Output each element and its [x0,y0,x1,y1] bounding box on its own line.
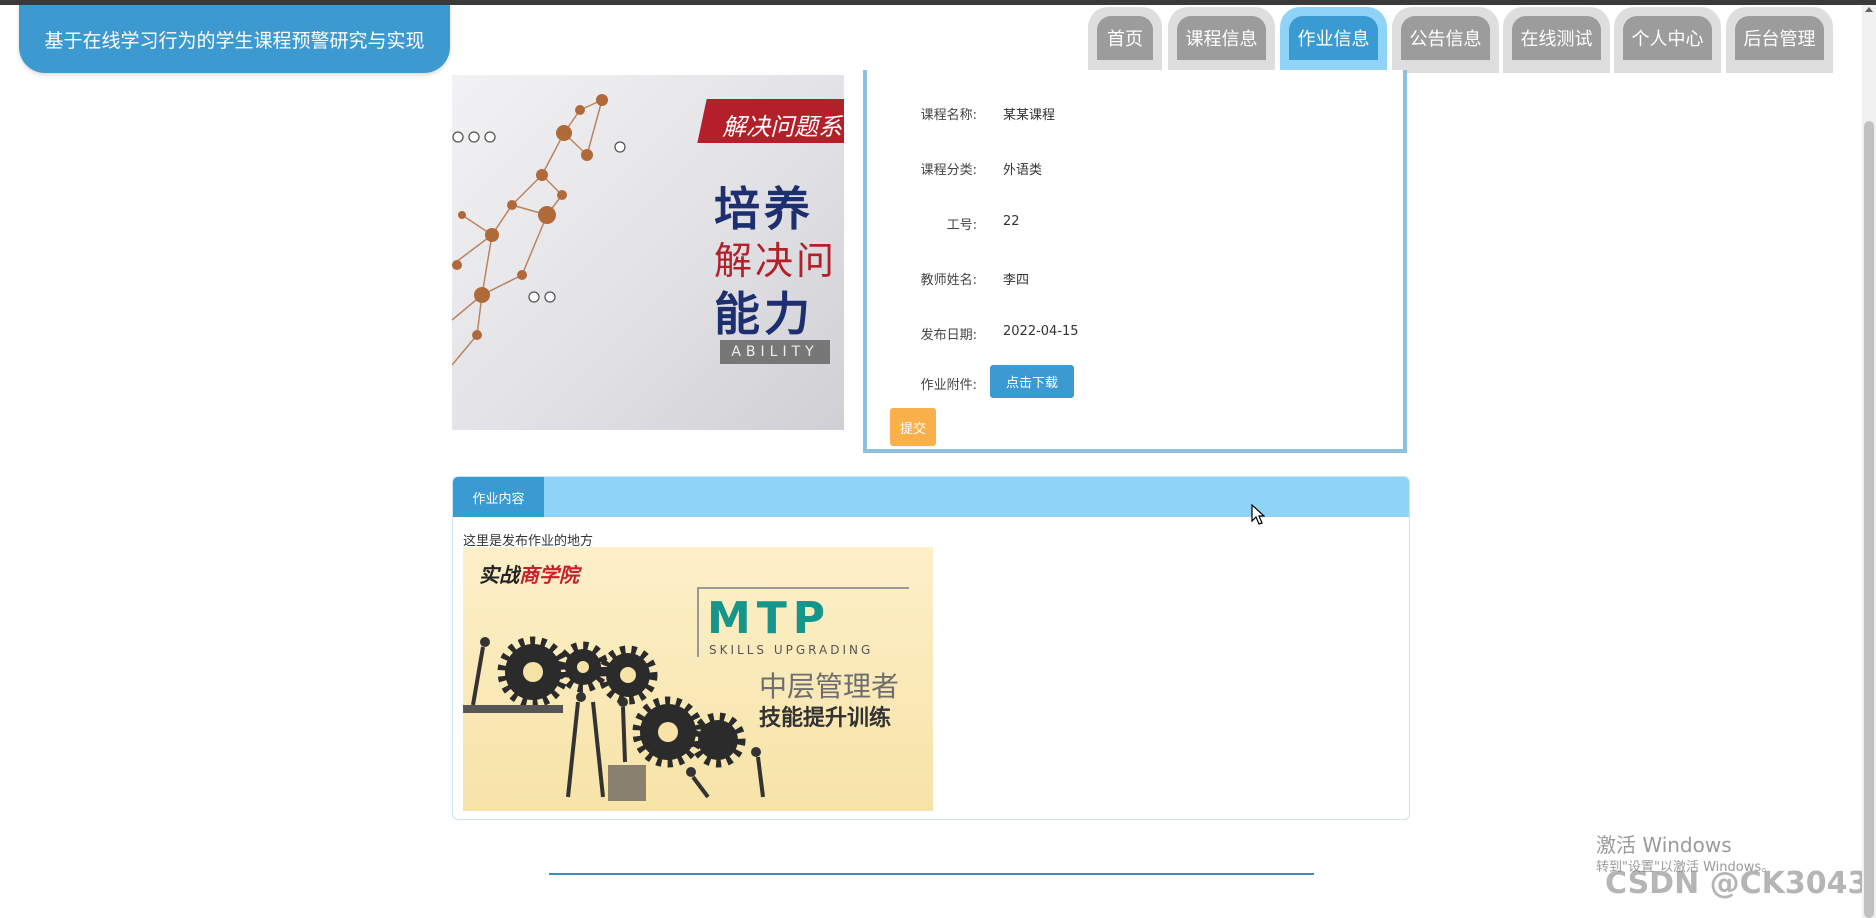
content-image: 实战商学院 MTP SKILLS UPGRADING 中层管理者 技能提升训练 [463,547,933,811]
field-label: 教师姓名: [920,273,977,288]
nav-tab-homework-info[interactable]: 作业信息 [1280,7,1387,73]
banner-band-text: 解决问题系 [722,113,843,141]
nav-tab-label: 在线测试 [1512,16,1601,60]
nav-tab-personal-center[interactable]: 个人中心 [1614,7,1721,73]
field-label: 课程分类: [920,163,977,178]
gears-illustration [463,636,765,801]
nav-tab-home[interactable]: 首页 [1088,7,1162,73]
banner-line-3: 能力 [714,287,814,341]
vertical-scrollbar[interactable] [1862,5,1876,918]
field-course-name: 课程名称: 某某课程 [867,101,1407,125]
banner-band: 解决问题系 [697,99,844,143]
homework-content-box: 作业内容 这里是发布作业的地方 实战商学院 MTP SKILLS UPGRADI… [452,476,1410,820]
csdn-watermark: CSDN @CK3043 [1605,866,1869,901]
nav-tab-label: 课程信息 [1177,16,1266,60]
homework-detail-panel: 课程名称: 某某课程 课程分类: 外语类 工号: 22 教师姓名: 李四 发布日… [863,70,1407,453]
download-button[interactable]: 点击下载 [990,365,1074,398]
field-staff-id: 工号: 22 [867,211,1407,235]
field-teacher-name: 教师姓名: 李四 [867,266,1407,290]
banner-tag: ABILITY [720,340,830,364]
field-attachment: 作业附件: [867,371,1407,395]
field-value: 某某课程 [1003,108,1056,123]
field-label: 课程名称: [920,108,977,123]
submit-button[interactable]: 提交 [890,408,936,446]
nav-tab-label: 后台管理 [1735,16,1824,60]
scrollbar-thumb[interactable] [1864,121,1874,918]
banner-line-2: 解决问 [714,239,838,283]
field-label: 工号: [946,218,977,233]
nav-tab-admin[interactable]: 后台管理 [1726,7,1833,73]
field-label: 作业附件: [920,378,977,393]
footer-divider [549,873,1314,875]
field-value: 2022-04-15 [1003,324,1079,339]
site-title[interactable]: 基于在线学习行为的学生课程预警研究与实现 [19,5,450,73]
field-publish-date: 发布日期: 2022-04-15 [867,321,1407,345]
nav-tab-notice-info[interactable]: 公告信息 [1392,7,1499,73]
nav-tab-label: 首页 [1097,16,1153,60]
mouse-cursor-icon [1251,504,1265,525]
field-value: 22 [1003,214,1020,229]
windows-activation-title: 激活 Windows [1596,833,1732,857]
content-tabbar: 作业内容 [453,477,1409,517]
field-value: 李四 [1003,273,1030,288]
field-course-category: 课程分类: 外语类 [867,156,1407,180]
course-image: 解决问题系 培养 解决问 能力 ABILITY [452,75,844,430]
tab-homework-content[interactable]: 作业内容 [453,477,544,517]
field-value: 外语类 [1003,163,1043,178]
nav-tab-course-info[interactable]: 课程信息 [1168,7,1275,73]
nav-tab-label: 个人中心 [1623,16,1712,60]
nav-tab-online-test[interactable]: 在线测试 [1503,7,1610,73]
nav-tab-label: 作业信息 [1289,16,1378,60]
field-label: 发布日期: [920,328,977,343]
nav-tab-label: 公告信息 [1401,16,1490,60]
scroll-up-arrow-icon[interactable] [1865,7,1873,12]
